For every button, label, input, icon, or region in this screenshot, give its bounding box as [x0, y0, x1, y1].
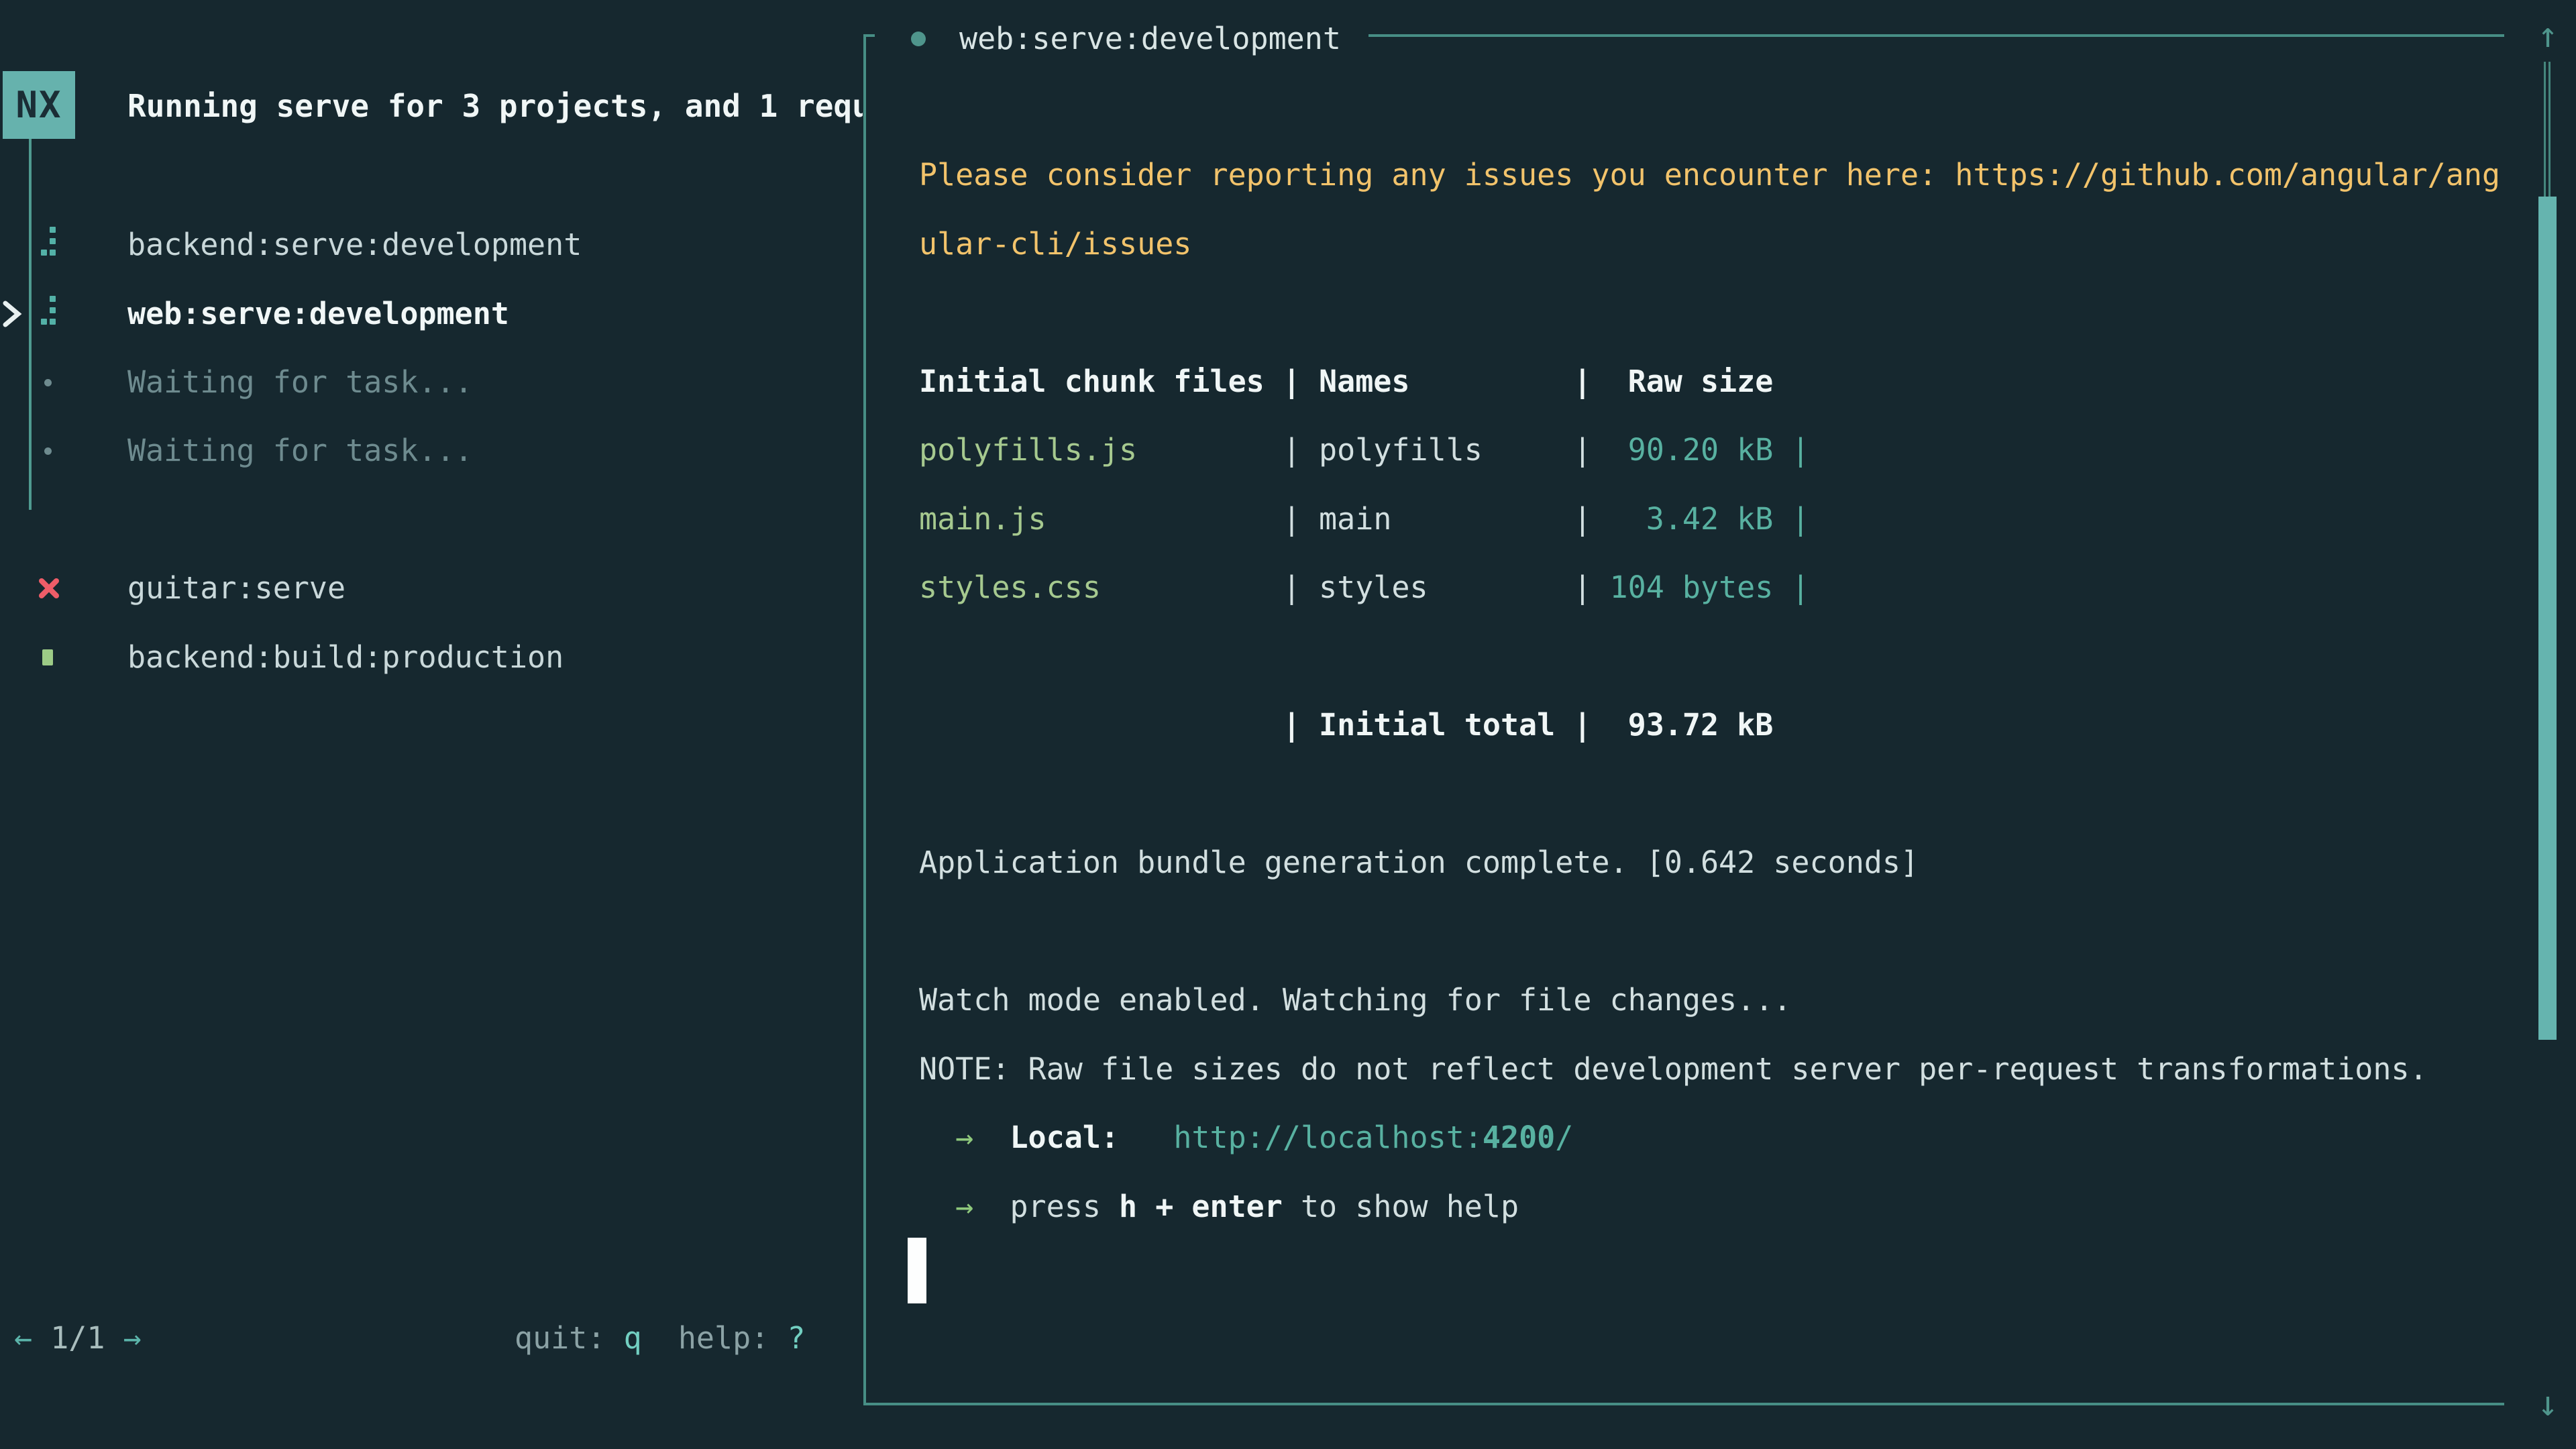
task-row-backend-serve[interactable]: backend:serve:development	[0, 211, 859, 279]
page-indicator	[105, 1320, 123, 1356]
task-row-backend-build[interactable]: backend:build:production	[0, 623, 859, 692]
quit-key: q	[624, 1320, 642, 1356]
spinner-icon	[41, 296, 56, 327]
sidebar-title: Running serve for 3 projects, and 1 requ	[127, 72, 863, 140]
nx-logo: NX	[3, 71, 75, 139]
task-row-waiting-2[interactable]: Waiting for task...	[0, 417, 859, 485]
task-label: guitar:serve	[127, 554, 345, 623]
scroll-down-icon[interactable]: ↓	[2527, 1374, 2569, 1434]
terminal-line: Watch mode enabled. Watching for file ch…	[919, 965, 1791, 1034]
task-label: backend:build:production	[127, 623, 564, 692]
keyboard-shortcuts-hint: quit: q help: ?	[515, 1304, 806, 1373]
panel-border-left	[863, 34, 866, 1405]
terminal-text-segment: |	[1773, 501, 1809, 537]
terminal-line: ular-cli/issues	[919, 209, 1191, 278]
terminal-text-segment: 104 bytes	[1610, 570, 1774, 605]
task-label: Waiting for task...	[127, 348, 473, 417]
terminal-line: styles.css | styles | 104 bytes |	[919, 553, 1810, 622]
terminal-text-segment: http://localhost:	[1173, 1120, 1483, 1155]
terminal-text-segment	[1119, 1120, 1173, 1155]
terminal-cursor	[908, 1238, 926, 1303]
spinner-icon	[41, 227, 56, 258]
terminal-text-segment: Please consider reporting any issues you…	[919, 157, 2500, 193]
task-row-waiting-1[interactable]: Waiting for task...	[0, 348, 859, 417]
terminal-text-segment: →	[919, 1120, 1010, 1155]
failed-cross-icon	[38, 576, 60, 600]
terminal-line: polyfills.js | polyfills | 90.20 kB |	[919, 415, 1810, 484]
page-indicator: 1/1	[50, 1320, 105, 1356]
scroll-up-icon[interactable]: ↑	[2527, 5, 2569, 66]
page-indicator	[32, 1320, 50, 1356]
task-label: Waiting for task...	[127, 417, 473, 485]
terminal-text-segment: to show help	[1283, 1189, 1519, 1224]
scrollbar-track[interactable]	[2544, 62, 2551, 197]
waiting-dot-icon	[44, 447, 52, 455]
help-label: help:	[642, 1320, 788, 1356]
panel-border-bottom	[863, 1403, 2504, 1405]
pagination: ← 1/1 →	[14, 1304, 142, 1373]
terminal-line: Please consider reporting any issues you…	[919, 140, 2500, 209]
terminal-text-segment: ular-cli/issues	[919, 226, 1191, 262]
terminal-text-segment: | polyfills |	[1137, 432, 1628, 468]
terminal-text-segment: styles.css	[919, 570, 1101, 605]
terminal-text-segment: | Initial total | 93.72 kB	[919, 707, 1773, 743]
terminal-text-segment: press	[1010, 1189, 1119, 1224]
terminal-text-segment: Watch mode enabled. Watching for file ch…	[919, 982, 1791, 1018]
terminal-text-segment: 4200	[1483, 1120, 1555, 1155]
terminal-line: Initial chunk files | Names | Raw size	[919, 347, 1773, 416]
page-prev-arrow[interactable]: ←	[14, 1320, 32, 1356]
page-next-arrow[interactable]: →	[123, 1320, 142, 1356]
terminal-text-segment: →	[919, 1189, 1010, 1224]
terminal-text-segment: 3.42 kB	[1646, 501, 1774, 537]
terminal-text-segment: 90.20 kB	[1628, 432, 1774, 468]
task-label: web:serve:development	[127, 280, 509, 348]
selected-task-indicator-icon	[2, 301, 22, 327]
terminal-text-segment: /	[1555, 1120, 1573, 1155]
terminal-line: main.js | main | 3.42 kB |	[919, 484, 1810, 553]
quit-label: quit:	[515, 1320, 624, 1356]
success-square-icon	[42, 649, 53, 665]
waiting-dot-icon	[44, 379, 52, 386]
scrollbar-thumb[interactable]	[2538, 197, 2557, 1040]
terminal-text-segment: Initial chunk files | Names | Raw size	[919, 364, 1773, 399]
task-label: backend:serve:development	[127, 211, 582, 279]
task-status-dot-icon	[911, 32, 926, 46]
terminal-text-segment: polyfills.js	[919, 432, 1137, 468]
help-key: ?	[787, 1320, 805, 1356]
terminal-text-segment: Application bundle generation complete. …	[919, 845, 1919, 880]
terminal-line: NOTE: Raw file sizes do not reflect deve…	[919, 1034, 2428, 1104]
terminal-line: | Initial total | 93.72 kB	[919, 690, 1773, 759]
terminal-text-segment: | main |	[1046, 501, 1646, 537]
task-row-web-serve[interactable]: web:serve:development	[0, 280, 859, 348]
terminal-text-segment: h + enter	[1119, 1189, 1283, 1224]
panel-border-top-stub	[863, 34, 875, 37]
terminal-text-segment: | styles |	[1101, 570, 1610, 605]
terminal-line: → Local: http://localhost:4200/	[919, 1103, 1573, 1172]
terminal-line: Application bundle generation complete. …	[919, 828, 1919, 897]
terminal-text-segment: |	[1773, 570, 1809, 605]
terminal-text-segment: |	[1773, 432, 1809, 468]
task-row-guitar-serve[interactable]: guitar:serve	[0, 554, 859, 623]
panel-border-top	[1368, 34, 2504, 37]
terminal-text-segment: Local:	[1010, 1120, 1119, 1155]
output-panel-title: web:serve:development	[959, 5, 1341, 73]
terminal-line: → press h + enter to show help	[919, 1172, 1519, 1241]
terminal-text-segment: NOTE: Raw file sizes do not reflect deve…	[919, 1051, 2428, 1087]
terminal-text-segment: main.js	[919, 501, 1046, 537]
